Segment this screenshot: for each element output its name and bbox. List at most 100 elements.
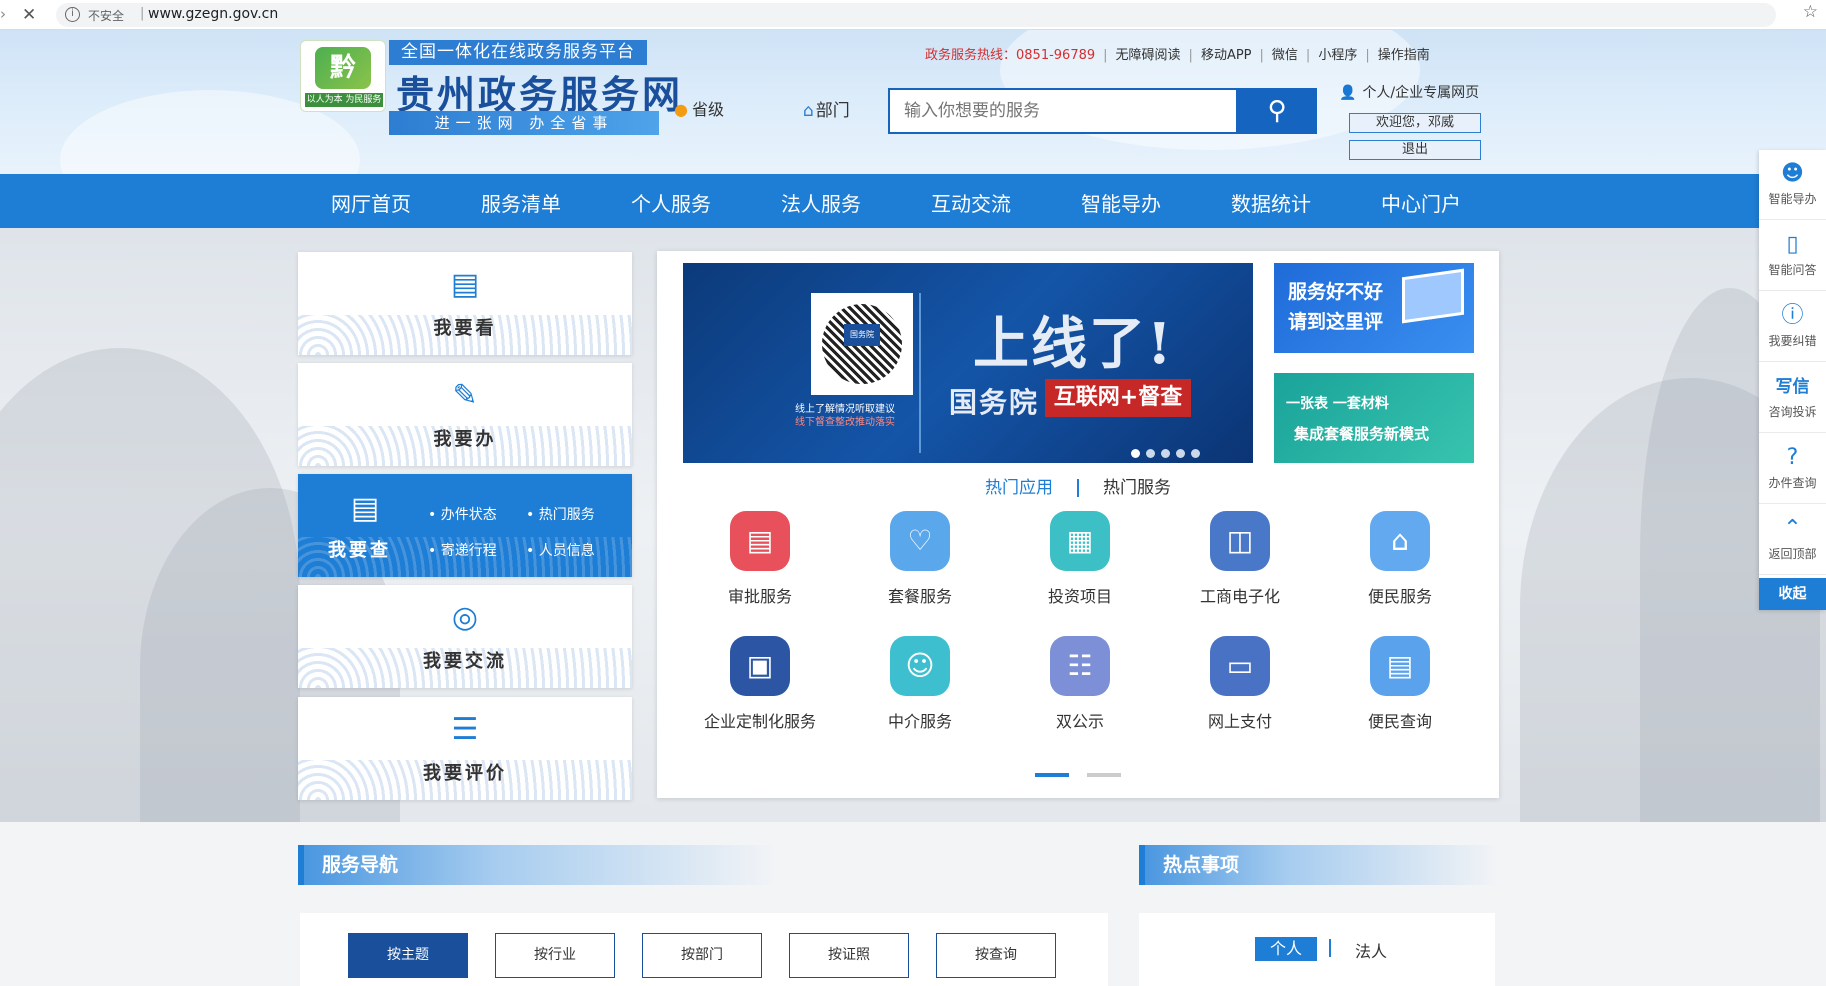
link-wechat[interactable]: 微信	[1272, 48, 1298, 63]
app-intermediary[interactable]: ☺ 中介服务	[850, 636, 990, 732]
center-panel: 国务院 线上了解情况听取建议 线下督查整改推动落实 上线了! 国务院 互联网+督…	[657, 251, 1499, 798]
welcome-button[interactable]: 欢迎您，邓威	[1349, 113, 1481, 133]
link-mobile-app[interactable]: 移动APP	[1201, 48, 1252, 63]
service-nav-box: 按主题 按行业 按部门 按证照 按查询	[300, 913, 1108, 986]
btn-by-industry[interactable]: 按行业	[495, 933, 615, 978]
check-sub-people[interactable]: • 人员信息	[526, 540, 595, 560]
app-convenience-query[interactable]: ▤ 便民查询	[1330, 636, 1470, 732]
level-selector[interactable]: ● 省级	[674, 96, 724, 120]
coins-icon: ▦	[1050, 511, 1110, 571]
card-check[interactable]: ▤ 我要查 • 办件状态 • 热门服务 • 寄递行程 • 人员信息	[298, 474, 632, 577]
bookmark-star-icon[interactable]: ☆	[1803, 2, 1818, 22]
float-smart-qa[interactable]: ▯ 智能问答	[1759, 221, 1826, 291]
logout-button[interactable]: 退出	[1349, 140, 1481, 160]
card-talk[interactable]: ◎ 我要交流	[298, 585, 632, 688]
logo-subtitle: 以人为本 为民服务	[305, 93, 383, 107]
search-button[interactable]: ⚲	[1237, 88, 1317, 134]
hot-items-box: 个人 法人	[1139, 913, 1495, 986]
check-sub-status[interactable]: • 办件状态	[428, 504, 497, 524]
url-text[interactable]: www.gzegn.gov.cn	[148, 6, 278, 22]
btn-by-license[interactable]: 按证照	[789, 933, 909, 978]
banner-carousel[interactable]: 国务院 线上了解情况听取建议 线下督查整改推动落实 上线了! 国务院 互联网+督…	[683, 263, 1253, 463]
app-enterprise-custom[interactable]: ▣ 企业定制化服务	[690, 636, 830, 732]
address-separator: |	[140, 6, 145, 21]
float-correction[interactable]: ⓘ 我要纠错	[1759, 292, 1826, 362]
search-input[interactable]	[890, 90, 1236, 132]
wallet-icon: ▭	[1210, 636, 1270, 696]
chat-icon: ◎	[451, 600, 479, 635]
close-icon[interactable]: ✕	[22, 5, 36, 25]
carousel-dot[interactable]	[1146, 449, 1155, 458]
monitor-icon	[1402, 268, 1464, 324]
chart-icon: ◫	[1210, 511, 1270, 571]
info-icon[interactable]: i	[65, 7, 80, 22]
service-nav-title: 服务导航	[298, 845, 778, 885]
app-business-electronic[interactable]: ◫ 工商电子化	[1170, 511, 1310, 607]
nav-item-portal[interactable]: 中心门户	[1381, 188, 1461, 217]
tab-hot-apps[interactable]: 热门应用	[985, 473, 1053, 498]
banner-tag: 互联网+督查	[1045, 379, 1191, 417]
location-pin-icon: ●	[674, 100, 688, 119]
back-icon[interactable]: ›	[0, 5, 6, 23]
nav-item-service-list[interactable]: 服务清单	[481, 188, 561, 217]
tab-corporate[interactable]: 法人	[1355, 938, 1387, 962]
security-label: 不安全	[88, 9, 125, 23]
carousel-dot[interactable]	[1131, 449, 1140, 458]
link-mini-program[interactable]: 小程序	[1318, 48, 1357, 63]
app-double-publicity[interactable]: ☷ 双公示	[1010, 636, 1150, 732]
info-circle-icon: ⓘ	[1781, 303, 1804, 328]
address-bar[interactable]: i 不安全 | www.gzegn.gov.cn	[56, 3, 1776, 27]
card-see-label: 我要看	[433, 318, 497, 339]
check-sub-hot[interactable]: • 热门服务	[526, 504, 595, 524]
user-page-link[interactable]: 👤 个人/企业专属网页	[1339, 82, 1479, 102]
carousel-dot[interactable]	[1191, 449, 1200, 458]
btn-by-query[interactable]: 按查询	[936, 933, 1056, 978]
floating-toolbar: ☻ 智能导办 ▯ 智能问答 ⓘ 我要纠错 写信 咨询投诉 ? 办件查询 ⌃ 返回…	[1759, 150, 1826, 610]
qr-badge: 国务院	[844, 324, 880, 346]
float-smart-guide[interactable]: ☻ 智能导办	[1759, 150, 1826, 220]
card-rate[interactable]: ☰ 我要评价	[298, 697, 632, 800]
tab-hot-services[interactable]: 热门服务	[1103, 473, 1171, 498]
user-icon: 👤	[1339, 85, 1357, 101]
app-investment[interactable]: ▦ 投资项目	[1010, 511, 1150, 607]
qr-code: 国务院	[811, 293, 913, 395]
pager-segment[interactable]	[1087, 773, 1121, 777]
house-icon: ⌂	[1370, 511, 1430, 571]
promo-rate-service[interactable]: 服务好不好 请到这里评	[1274, 263, 1474, 353]
dept-link[interactable]: ⌂ 部门	[803, 96, 850, 121]
promo-package-service[interactable]: 一张表 一套材料 集成套餐服务新模式	[1274, 373, 1474, 463]
float-case-query[interactable]: ? 办件查询	[1759, 434, 1826, 504]
nav-item-corporate[interactable]: 法人服务	[781, 188, 861, 217]
app-online-payment[interactable]: ▭ 网上支付	[1170, 636, 1310, 732]
banner-org: 国务院	[949, 386, 1040, 419]
nav-item-home[interactable]: 网厅首页	[331, 188, 411, 217]
app-convenience[interactable]: ⌂ 便民服务	[1330, 511, 1470, 607]
nav-item-interaction[interactable]: 互动交流	[931, 188, 1011, 217]
pager-segment[interactable]	[1035, 773, 1069, 777]
nav-item-statistics[interactable]: 数据统计	[1231, 188, 1311, 217]
app-package[interactable]: ♡ 套餐服务	[850, 511, 990, 607]
banner-headline: 上线了!	[973, 311, 1174, 377]
search-doc-icon: ▤	[1370, 636, 1430, 696]
carousel-dot[interactable]	[1161, 449, 1170, 458]
float-collapse-button[interactable]: 收起	[1759, 578, 1826, 610]
site-logo[interactable]: 黔 以人为本 为民服务	[300, 40, 386, 112]
robot-icon: ☻	[1781, 161, 1804, 186]
link-accessibility[interactable]: 无障碍阅读	[1116, 48, 1181, 63]
btn-by-department[interactable]: 按部门	[642, 933, 762, 978]
card-do-label: 我要办	[433, 429, 497, 450]
nav-item-smart-guide[interactable]: 智能导办	[1081, 188, 1161, 217]
carousel-dot[interactable]	[1176, 449, 1185, 458]
app-approval[interactable]: ▤ 审批服务	[690, 511, 830, 607]
card-do[interactable]: ✎ 我要办	[298, 363, 632, 466]
dept-label: 部门	[815, 101, 850, 121]
card-see[interactable]: ▤ 我要看	[298, 252, 632, 355]
float-complaint[interactable]: 写信 咨询投诉	[1759, 363, 1826, 433]
link-guide[interactable]: 操作指南	[1378, 48, 1430, 63]
check-sub-delivery[interactable]: • 寄递行程	[428, 540, 497, 560]
nav-item-personal[interactable]: 个人服务	[631, 188, 711, 217]
float-back-to-top[interactable]: ⌃ 返回顶部	[1759, 505, 1826, 575]
tab-personal[interactable]: 个人	[1255, 937, 1317, 961]
app-pager	[1035, 762, 1139, 781]
btn-by-topic[interactable]: 按主题	[348, 933, 468, 978]
